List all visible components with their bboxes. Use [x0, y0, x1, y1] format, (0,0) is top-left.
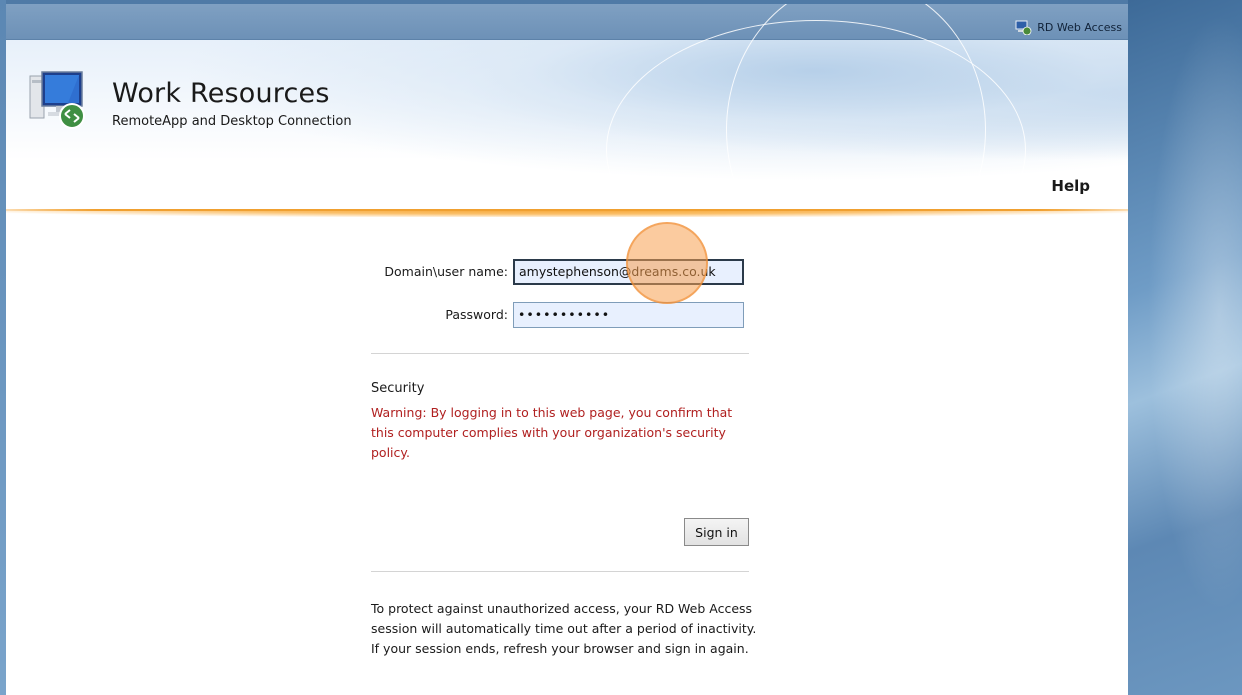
- username-input[interactable]: [513, 258, 744, 285]
- password-label: Password:: [445, 307, 508, 322]
- form-divider: [371, 353, 749, 354]
- sign-in-button[interactable]: Sign in: [684, 518, 749, 546]
- timeout-note: To protect against unauthorized access, …: [371, 601, 757, 656]
- password-row: Password:: [365, 301, 749, 328]
- rd-web-access-icon: [1015, 20, 1032, 35]
- remote-desktop-icon: [28, 70, 98, 130]
- rd-web-access-label: RD Web Access: [1037, 20, 1122, 34]
- note-divider: [371, 571, 749, 572]
- page-title: Work Resources: [112, 78, 330, 109]
- help-link[interactable]: Help: [1051, 177, 1090, 195]
- username-label: Domain\user name:: [384, 264, 508, 279]
- page-subtitle: RemoteApp and Desktop Connection: [112, 114, 352, 129]
- top-bar: RD Web Access: [6, 4, 1128, 40]
- security-warning: Warning: By logging in to this web page,…: [371, 405, 733, 460]
- security-heading: Security: [371, 381, 425, 396]
- header-divider: [6, 209, 1128, 217]
- rd-web-access-brand: RD Web Access: [1015, 17, 1122, 37]
- main-panel: RD Web Access Work Resources RemoteApp a…: [6, 4, 1128, 695]
- page-header: Work Resources RemoteApp and Desktop Con…: [6, 4, 1128, 280]
- password-input[interactable]: [513, 301, 744, 328]
- login-form: Domain\user name: Password:: [365, 258, 749, 328]
- background-globe-decoration: [1128, 0, 1242, 695]
- username-row: Domain\user name:: [365, 258, 749, 285]
